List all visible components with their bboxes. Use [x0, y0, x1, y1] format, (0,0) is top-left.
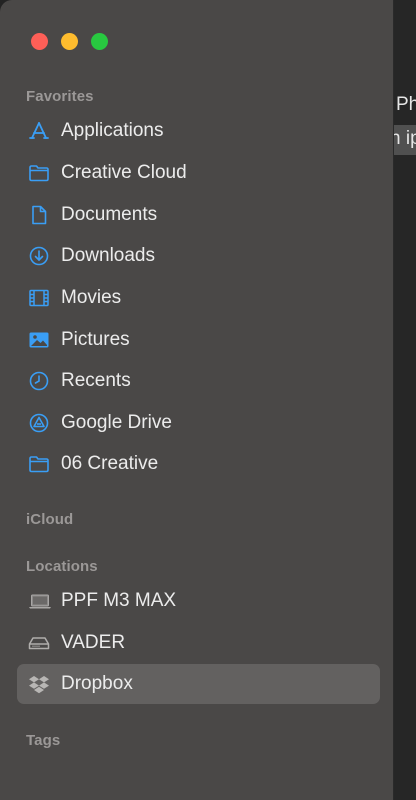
drive-icon [28, 632, 50, 654]
sidebar-item-pictures[interactable]: Pictures [17, 320, 380, 360]
file-list-text[interactable]: Ph [396, 94, 416, 116]
sidebar-item-label: Google Drive [61, 412, 172, 433]
laptop-icon [28, 590, 51, 612]
sidebar-item-label: Recents [61, 370, 131, 391]
sidebar-item-06-creative[interactable]: 06 Creative [17, 444, 380, 484]
sidebar-item-label: Documents [61, 204, 158, 225]
sidebar-item-google-drive[interactable]: Google Drive [17, 403, 380, 443]
locations-header[interactable]: Locations [26, 558, 98, 575]
sidebar-item-vader[interactable]: VADER [17, 623, 380, 663]
photo-icon [28, 329, 50, 351]
icloud-header[interactable]: iCloud [26, 511, 73, 528]
folder-icon [28, 162, 50, 184]
sidebar-item-label: Creative Cloud [61, 162, 187, 183]
sidebar-item-label: Applications [61, 120, 164, 141]
folder-icon [28, 453, 50, 475]
favorites-header[interactable]: Favorites [26, 88, 94, 105]
sidebar: Favorites Applications Creative Cloud Do… [0, 0, 393, 800]
sidebar-item-label: 06 Creative [61, 453, 159, 474]
finder-window: Favorites Applications Creative Cloud Do… [0, 0, 416, 800]
google-drive-icon [28, 412, 50, 434]
applications-icon [28, 120, 50, 142]
zoom-window-button[interactable] [91, 33, 108, 50]
minimize-window-button[interactable] [61, 33, 78, 50]
sidebar-item-movies[interactable]: Movies [17, 278, 380, 318]
sidebar-item-dropbox[interactable]: Dropbox [17, 664, 380, 704]
document-icon [28, 204, 50, 226]
sidebar-item-creative-cloud[interactable]: Creative Cloud [17, 153, 380, 193]
file-list-text[interactable]: n ip [394, 128, 416, 150]
sidebar-item-ppf-m3-max[interactable]: PPF M3 MAX [17, 581, 380, 621]
sidebar-item-label: VADER [61, 632, 126, 653]
sidebar-item-label: Dropbox [61, 673, 133, 694]
sidebar-item-label: Movies [61, 287, 122, 308]
clock-icon [28, 370, 50, 392]
sidebar-item-documents[interactable]: Documents [17, 195, 380, 235]
sidebar-item-label: Pictures [61, 329, 130, 350]
close-window-button[interactable] [31, 33, 48, 50]
tags-header[interactable]: Tags [26, 732, 60, 749]
downloads-icon [28, 245, 50, 267]
film-icon [28, 287, 50, 309]
sidebar-item-downloads[interactable]: Downloads [17, 236, 380, 276]
sidebar-item-recents[interactable]: Recents [17, 361, 380, 401]
sidebar-item-label: Downloads [61, 245, 155, 266]
dropbox-icon [28, 673, 50, 695]
sidebar-item-applications[interactable]: Applications [17, 111, 380, 151]
file-list-pane: Ph n ip [394, 0, 416, 800]
sidebar-item-label: PPF M3 MAX [61, 590, 177, 611]
